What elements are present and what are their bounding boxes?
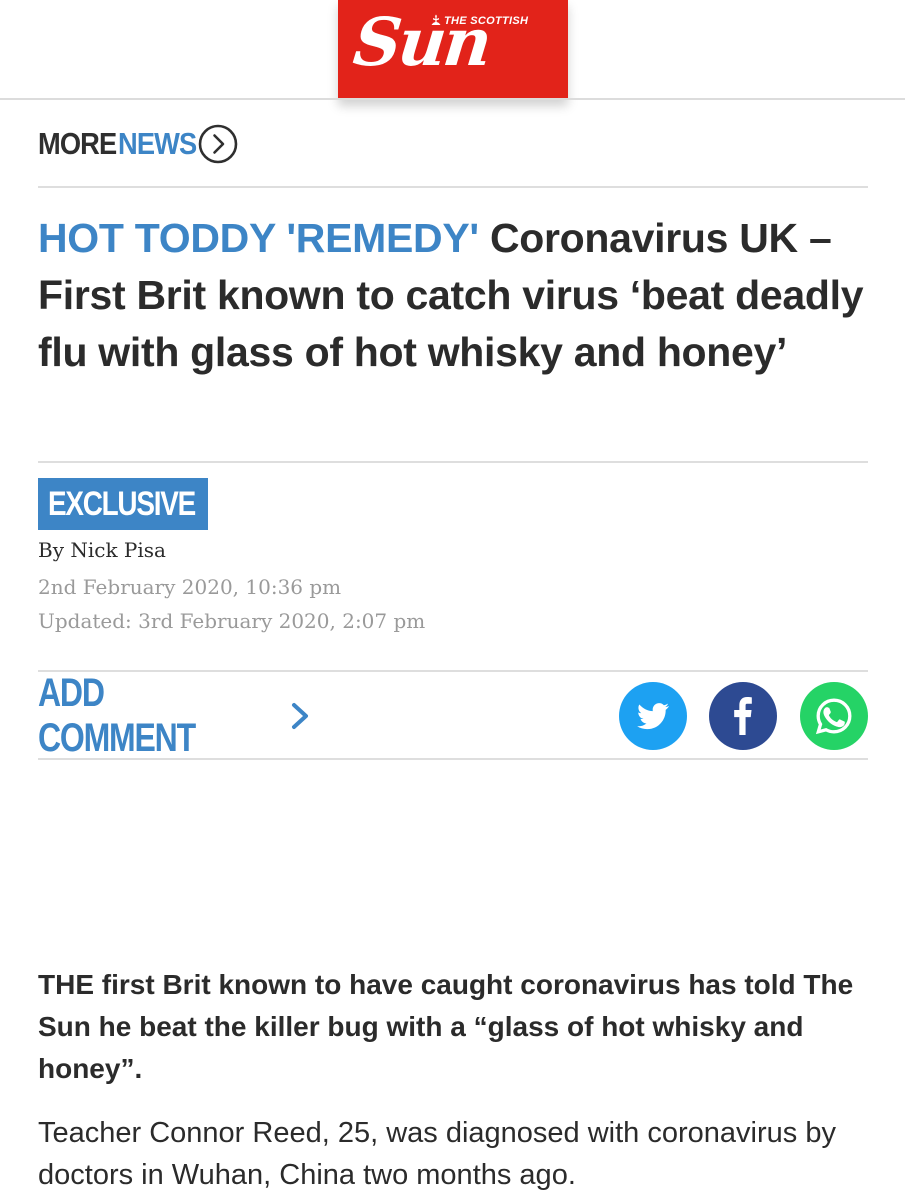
twitter-bird-icon [637, 703, 669, 730]
updated-date: Updated: 3rd February 2020, 2:07 pm [38, 609, 426, 633]
chevron-right-circle-icon [198, 124, 238, 164]
add-comment-label: ADD COMMENT [38, 671, 196, 760]
ad-placeholder [38, 775, 868, 950]
exclusive-badge: EXCLUSIVE [38, 478, 208, 530]
byline-prefix: By [38, 538, 64, 562]
the-scottish-sun-logo[interactable]: THE SCOTTISH Sun [338, 0, 568, 100]
whatsapp-phone-icon [815, 698, 852, 735]
article-lede: THE first Brit known to have caught coro… [38, 969, 854, 1084]
facebook-f-icon [734, 697, 752, 735]
share-divider [38, 758, 868, 760]
share-twitter-button[interactable] [619, 682, 687, 750]
masthead-divider [0, 98, 905, 100]
byline: By Nick Pisa [38, 538, 166, 562]
headline-divider [38, 461, 868, 463]
article-paragraph: Teacher Connor Reed, 25, was diagnosed w… [38, 1117, 836, 1191]
author-link[interactable]: Nick Pisa [70, 538, 166, 562]
more-news-word-more: MORE [38, 126, 117, 161]
more-news-link[interactable]: MORE NEWS [38, 120, 238, 168]
section-divider [38, 186, 868, 188]
share-whatsapp-button[interactable] [800, 682, 868, 750]
more-news-word-news: NEWS [118, 126, 197, 161]
exclusive-badge-label: EXCLUSIVE [48, 484, 196, 523]
published-date: 2nd February 2020, 10:36 pm [38, 575, 342, 599]
chevron-right-icon [292, 703, 308, 729]
headline-kicker: HOT TODDY 'REMEDY' [38, 215, 479, 261]
article-headline: HOT TODDY 'REMEDY' Coronavirus UK – Firs… [38, 210, 868, 381]
share-facebook-button[interactable] [709, 682, 777, 750]
add-comment-button[interactable]: ADD COMMENT [38, 671, 312, 760]
logo-wordmark: Sun [349, 3, 493, 81]
